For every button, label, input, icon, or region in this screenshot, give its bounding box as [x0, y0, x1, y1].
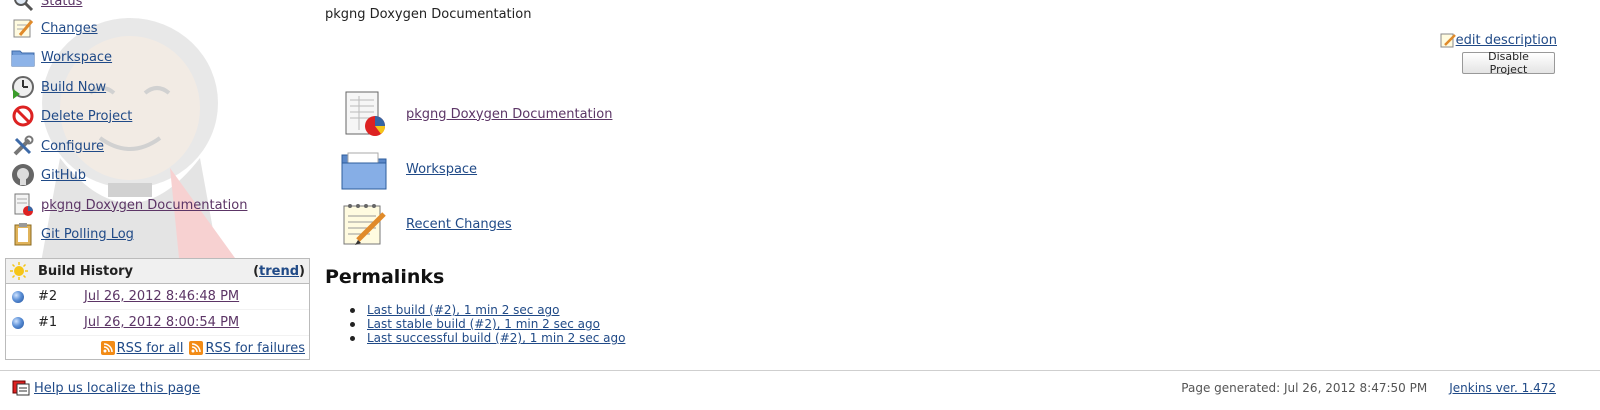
permalink-item: Last build (#2), 1 min 2 sec ago — [350, 303, 625, 317]
main-link-doxygen-label[interactable]: pkgng Doxygen Documentation — [406, 107, 612, 122]
rss-icon[interactable] — [189, 341, 204, 355]
main-link-doxygen[interactable]: pkgng Doxygen Documentation — [340, 90, 640, 138]
notepad-icon — [340, 200, 388, 248]
task-github-label[interactable]: GitHub — [41, 168, 86, 183]
report-icon — [340, 90, 388, 138]
permalink-last-stable-build[interactable]: Last stable build (#2), 1 min 2 sec ago — [367, 317, 600, 331]
main-link-workspace-label[interactable]: Workspace — [406, 162, 477, 177]
rss-failures-link[interactable]: RSS for failures — [205, 341, 305, 356]
build-status-ball-icon[interactable] — [12, 316, 24, 329]
task-build-now[interactable]: Build Now — [10, 74, 106, 100]
build-date-link[interactable]: Jul 26, 2012 8:46:48 PM — [84, 289, 239, 304]
page-generated-text: Page generated: Jul 26, 2012 8:47:50 PM — [1181, 381, 1428, 395]
clipboard-icon — [10, 221, 36, 247]
sun-icon — [10, 262, 28, 280]
search-icon — [10, 0, 36, 14]
build-number: #2 — [38, 289, 58, 304]
notepad-icon — [10, 15, 36, 41]
task-delete-project-label[interactable]: Delete Project — [41, 109, 132, 124]
task-github[interactable]: GitHub — [10, 162, 86, 188]
build-history-header: Build History (trend) — [6, 259, 309, 284]
github-icon — [10, 162, 36, 188]
build-status-ball-icon[interactable] — [12, 290, 24, 303]
task-build-now-label[interactable]: Build Now — [41, 80, 106, 95]
build-row: #2 Jul 26, 2012 8:46:48 PM — [6, 284, 309, 310]
localize-icon[interactable] — [12, 380, 30, 396]
trend-link[interactable]: trend — [259, 264, 299, 279]
permalink-item: Last successful build (#2), 1 min 2 sec … — [350, 331, 625, 345]
project-description: pkgng Doxygen Documentation — [325, 7, 532, 22]
task-configure-label[interactable]: Configure — [41, 139, 104, 154]
task-configure[interactable]: Configure — [10, 133, 104, 159]
edit-note-icon[interactable] — [1440, 32, 1456, 48]
permalink-last-build[interactable]: Last build (#2), 1 min 2 sec ago — [367, 303, 560, 317]
footer-divider — [0, 370, 1600, 371]
main-link-workspace[interactable]: Workspace — [340, 145, 640, 193]
jenkins-version-link[interactable]: Jenkins ver. 1.472 — [1449, 381, 1556, 395]
task-delete-project[interactable]: Delete Project — [10, 103, 132, 129]
no-entry-icon — [10, 103, 36, 129]
build-row: #1 Jul 26, 2012 8:00:54 PM — [6, 310, 309, 336]
edit-description-link[interactable]: edit description — [1456, 33, 1557, 48]
permalinks-list: Last build (#2), 1 min 2 sec ago Last st… — [350, 303, 625, 345]
trend-close-paren: ) — [299, 263, 305, 279]
build-number: #1 — [38, 315, 58, 330]
edit-description-area: edit description — [1440, 32, 1557, 48]
report-icon — [10, 192, 36, 218]
task-doxygen[interactable]: pkgng Doxygen Documentation — [10, 192, 247, 218]
build-history-widget: Build History (trend) #2 Jul 26, 2012 8:… — [5, 258, 310, 360]
folder-icon — [10, 44, 36, 70]
task-workspace-label[interactable]: Workspace — [41, 50, 112, 65]
task-changes[interactable]: Changes — [10, 15, 98, 41]
disable-project-button[interactable]: Disable Project — [1462, 50, 1555, 76]
permalink-last-successful-build[interactable]: Last successful build (#2), 1 min 2 sec … — [367, 331, 625, 345]
footer-info: Page generated: Jul 26, 2012 8:47:50 PM … — [1181, 381, 1556, 395]
main-link-recent-changes-label[interactable]: Recent Changes — [406, 217, 512, 232]
task-git-polling-log-label[interactable]: Git Polling Log — [41, 227, 134, 242]
permalink-item: Last stable build (#2), 1 min 2 sec ago — [350, 317, 625, 331]
task-changes-label[interactable]: Changes — [41, 21, 98, 36]
localize-link[interactable]: Help us localize this page — [34, 381, 200, 396]
folder-icon — [340, 145, 388, 193]
task-status[interactable]: Status — [10, 0, 82, 14]
task-workspace[interactable]: Workspace — [10, 44, 112, 70]
rss-links: RSS for all RSS for failures — [6, 336, 309, 360]
tools-icon — [10, 133, 36, 159]
main-link-recent-changes[interactable]: Recent Changes — [340, 200, 640, 248]
rss-all-link[interactable]: RSS for all — [117, 341, 184, 356]
permalinks-heading: Permalinks — [325, 266, 445, 288]
build-history-title: Build History — [38, 263, 134, 279]
clock-play-icon — [10, 74, 36, 100]
task-status-label[interactable]: Status — [41, 0, 82, 9]
build-date-link[interactable]: Jul 26, 2012 8:00:54 PM — [84, 315, 239, 330]
footer-localize: Help us localize this page — [12, 380, 200, 396]
rss-icon[interactable] — [100, 341, 115, 355]
task-git-polling-log[interactable]: Git Polling Log — [10, 221, 134, 247]
task-doxygen-label[interactable]: pkgng Doxygen Documentation — [41, 198, 247, 213]
